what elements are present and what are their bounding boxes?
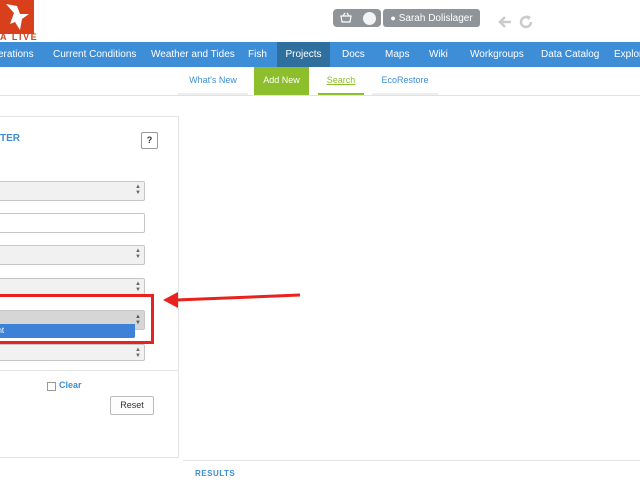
select-caret-icon: ▲ ▼ bbox=[135, 281, 141, 293]
annotation-arrow-icon bbox=[163, 292, 301, 308]
help-button[interactable]: ? bbox=[141, 132, 158, 149]
refresh-icon[interactable] bbox=[518, 14, 534, 33]
user-name: Sarah Dolislager bbox=[398, 13, 473, 24]
logo-icon[interactable] bbox=[0, 0, 34, 34]
panel-divider bbox=[0, 370, 178, 371]
filter-select-5[interactable]: ▲ ▼ bbox=[0, 344, 145, 361]
nav-item-current-conditions[interactable]: Current Conditions bbox=[53, 42, 136, 67]
tab-add-new[interactable]: Add New bbox=[254, 67, 309, 95]
clear-link[interactable]: Clear bbox=[59, 380, 82, 390]
basket-toggle[interactable] bbox=[333, 9, 381, 27]
filter-select-2[interactable]: ▲ ▼ bbox=[0, 245, 145, 265]
tab-ecorestore[interactable]: EcoRestore bbox=[372, 67, 438, 95]
nav-item-projects[interactable]: Projects bbox=[277, 42, 330, 67]
filter-text-input[interactable] bbox=[0, 213, 145, 233]
nav-item-data-catalog[interactable]: Data Catalog bbox=[541, 42, 599, 67]
select-caret-icon: ▲ ▼ bbox=[135, 184, 141, 196]
back-arrow-icon[interactable] bbox=[497, 14, 513, 33]
nav-item-fish[interactable]: Fish bbox=[248, 42, 267, 67]
basket-icon bbox=[340, 12, 352, 26]
nav-item-operations[interactable]: erations bbox=[0, 42, 34, 67]
nav-item-explore[interactable]: Explor bbox=[614, 42, 640, 67]
main-nav: erations Current Conditions Weather and … bbox=[0, 42, 640, 67]
user-menu-button[interactable]: ● Sarah Dolislager bbox=[383, 9, 480, 27]
nav-item-workgroups[interactable]: Workgroups bbox=[470, 42, 524, 67]
user-icon: ● bbox=[390, 13, 396, 23]
nav-item-wiki[interactable]: Wiki bbox=[429, 42, 448, 67]
nav-item-weather-and-tides[interactable]: Weather and Tides bbox=[151, 42, 235, 67]
reset-button[interactable]: Reset bbox=[110, 396, 154, 415]
tab-whats-new[interactable]: What's New bbox=[178, 67, 248, 95]
filter-heading: TER bbox=[0, 133, 20, 144]
tab-search[interactable]: Search bbox=[318, 67, 364, 95]
nav-item-docs[interactable]: Docs bbox=[342, 42, 365, 67]
nav-item-maps[interactable]: Maps bbox=[385, 42, 409, 67]
filter-select-1[interactable]: ▲ ▼ bbox=[0, 181, 145, 201]
clear-checkbox[interactable] bbox=[47, 382, 56, 391]
select-caret-icon: ▲ ▼ bbox=[135, 248, 141, 260]
annotation-highlight-box bbox=[0, 294, 154, 344]
results-heading: RESULTS bbox=[195, 469, 236, 478]
logo-text: A LIVE bbox=[0, 32, 39, 42]
select-caret-icon: ▲ ▼ bbox=[135, 347, 141, 359]
filter-select-3[interactable]: ▲ ▼ bbox=[0, 278, 145, 295]
results-divider bbox=[183, 460, 640, 461]
sub-nav: What's New Add New Search EcoRestore bbox=[0, 67, 640, 96]
toggle-knob bbox=[363, 12, 376, 25]
